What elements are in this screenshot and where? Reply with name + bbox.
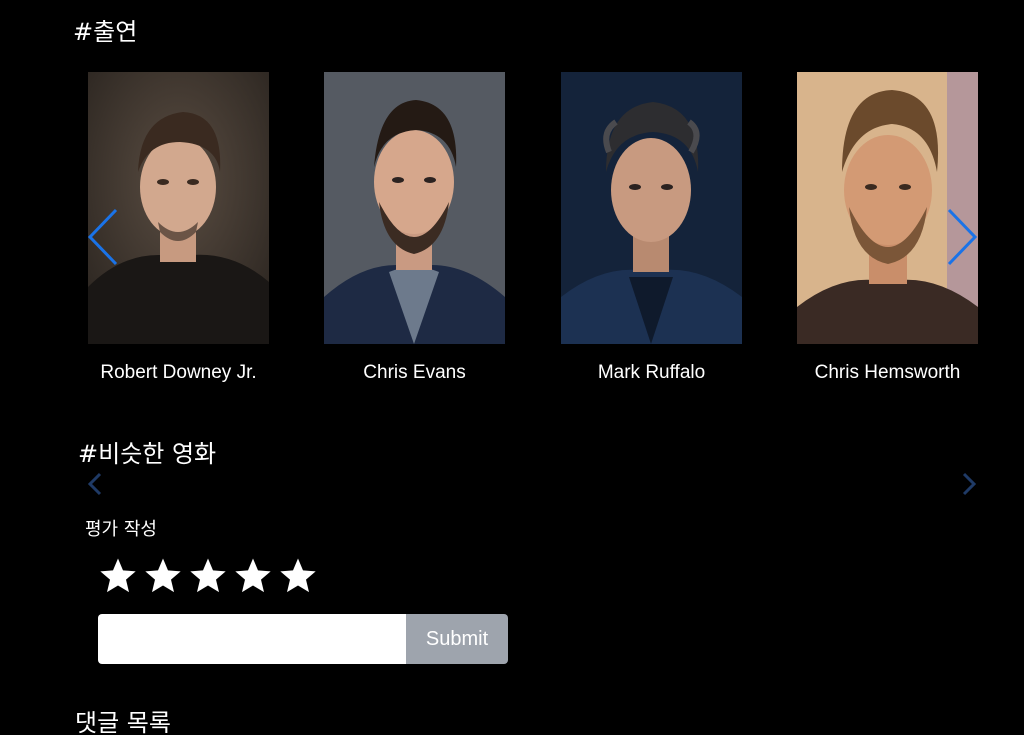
cast-name: Chris Hemsworth (814, 362, 961, 383)
star-icon[interactable] (98, 556, 138, 596)
cast-card[interactable]: Mark Ruffalo (561, 72, 742, 383)
star-icon[interactable] (143, 556, 183, 596)
cast-name: Robert Downey Jr. (100, 362, 257, 383)
cast-carousel: Robert Downey Jr. Chris Evans Mark Ruffa… (0, 0, 1024, 400)
star-icon[interactable] (278, 556, 318, 596)
star-icon[interactable] (233, 556, 273, 596)
cast-name: Mark Ruffalo (597, 362, 706, 383)
cast-name: Chris Evans (363, 362, 466, 383)
similar-section-title: #비슷한 영화 (78, 440, 217, 468)
star-rating[interactable] (98, 556, 318, 596)
star-icon[interactable] (188, 556, 228, 596)
cast-next-arrow-icon[interactable] (945, 207, 979, 267)
similar-prev-arrow-icon[interactable] (86, 472, 104, 496)
submit-button[interactable]: Submit (406, 614, 508, 664)
similar-next-arrow-icon[interactable] (960, 472, 978, 496)
cast-photo (324, 72, 505, 344)
review-label: 평가 작성 (85, 519, 157, 540)
cast-card[interactable]: Chris Evans (324, 72, 505, 383)
comments-section-title: 댓글 목록 (75, 709, 171, 735)
review-input[interactable] (98, 614, 406, 664)
cast-photo (561, 72, 742, 344)
movie-detail-page: #출연 Robert Downey Jr. Chris Evans Mark R… (0, 0, 1024, 735)
cast-prev-arrow-icon[interactable] (86, 207, 120, 267)
